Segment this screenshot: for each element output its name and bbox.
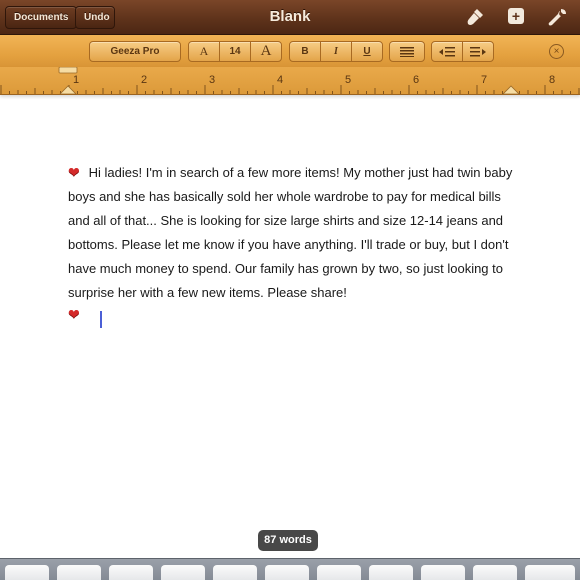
italic-button[interactable]: I: [320, 41, 352, 62]
font-name-button[interactable]: Geeza Pro: [89, 41, 181, 62]
keyboard-key[interactable]: [369, 565, 413, 580]
ruler-number: 6: [413, 74, 420, 86]
keyboard-key[interactable]: [473, 565, 517, 580]
format-bar: Geeza Pro A 14 A B I U ×: [0, 35, 580, 67]
right-margin-marker: [502, 85, 520, 94]
ruler-number: 7: [481, 74, 488, 86]
indent-icon: [470, 47, 486, 57]
keyboard-key[interactable]: [57, 565, 101, 580]
document-body[interactable]: ❤ Hi ladies! I'm in search of a few more…: [68, 160, 518, 305]
pages-app: Documents Undo Blank + Geeza Pro A 14 A …: [0, 0, 580, 580]
outdent-icon: [439, 47, 455, 57]
keyboard-key[interactable]: [5, 565, 49, 580]
font-size-value[interactable]: 14: [219, 41, 251, 62]
ruler-number: 1: [73, 74, 80, 86]
keyboard-key[interactable]: [109, 565, 153, 580]
ruler-number: 4: [277, 74, 284, 86]
keyboard-key[interactable]: [421, 565, 465, 580]
ruler-number: 5: [345, 74, 352, 86]
ruler-number: 8: [549, 74, 556, 86]
font-size-increase-button[interactable]: A: [250, 41, 282, 62]
align-button[interactable]: [389, 41, 425, 62]
left-indent-marker: [58, 67, 78, 74]
left-margin-marker: [59, 85, 77, 94]
title-bar: Documents Undo Blank +: [0, 0, 580, 35]
bold-button[interactable]: B: [289, 41, 321, 62]
wrench-icon-graphic: [548, 9, 566, 26]
close-format-bar-icon[interactable]: ×: [549, 44, 564, 59]
brush-icon-graphic: [467, 9, 483, 25]
text-cursor: [100, 311, 102, 328]
keyboard-key[interactable]: [317, 565, 361, 580]
ruler-ticks: [0, 67, 580, 94]
brush-icon[interactable]: [464, 6, 486, 28]
align-left-icon: [400, 47, 414, 57]
indent-button[interactable]: [462, 41, 494, 62]
font-size-decrease-button[interactable]: A: [188, 41, 220, 62]
heart-emoji-icon: ❤: [68, 306, 80, 322]
add-icon[interactable]: +: [508, 8, 524, 24]
heart-emoji-icon: ❤: [68, 164, 80, 180]
ruler: 1 2 3 4 5 6 7 8: [0, 67, 580, 95]
keyboard-key[interactable]: [525, 565, 575, 580]
on-screen-keyboard: [0, 558, 580, 580]
keyboard-key[interactable]: [161, 565, 205, 580]
document-text: Hi ladies! I'm in search of a few more i…: [68, 165, 513, 300]
ruler-number: 3: [209, 74, 216, 86]
keyboard-key[interactable]: [213, 565, 257, 580]
keyboard-key[interactable]: [265, 565, 309, 580]
document-title: Blank: [269, 8, 311, 25]
underline-button[interactable]: U: [351, 41, 383, 62]
word-count-badge: 87 words: [258, 530, 318, 551]
ruler-number: 2: [141, 74, 148, 86]
outdent-button[interactable]: [431, 41, 463, 62]
wrench-icon[interactable]: [546, 6, 568, 28]
